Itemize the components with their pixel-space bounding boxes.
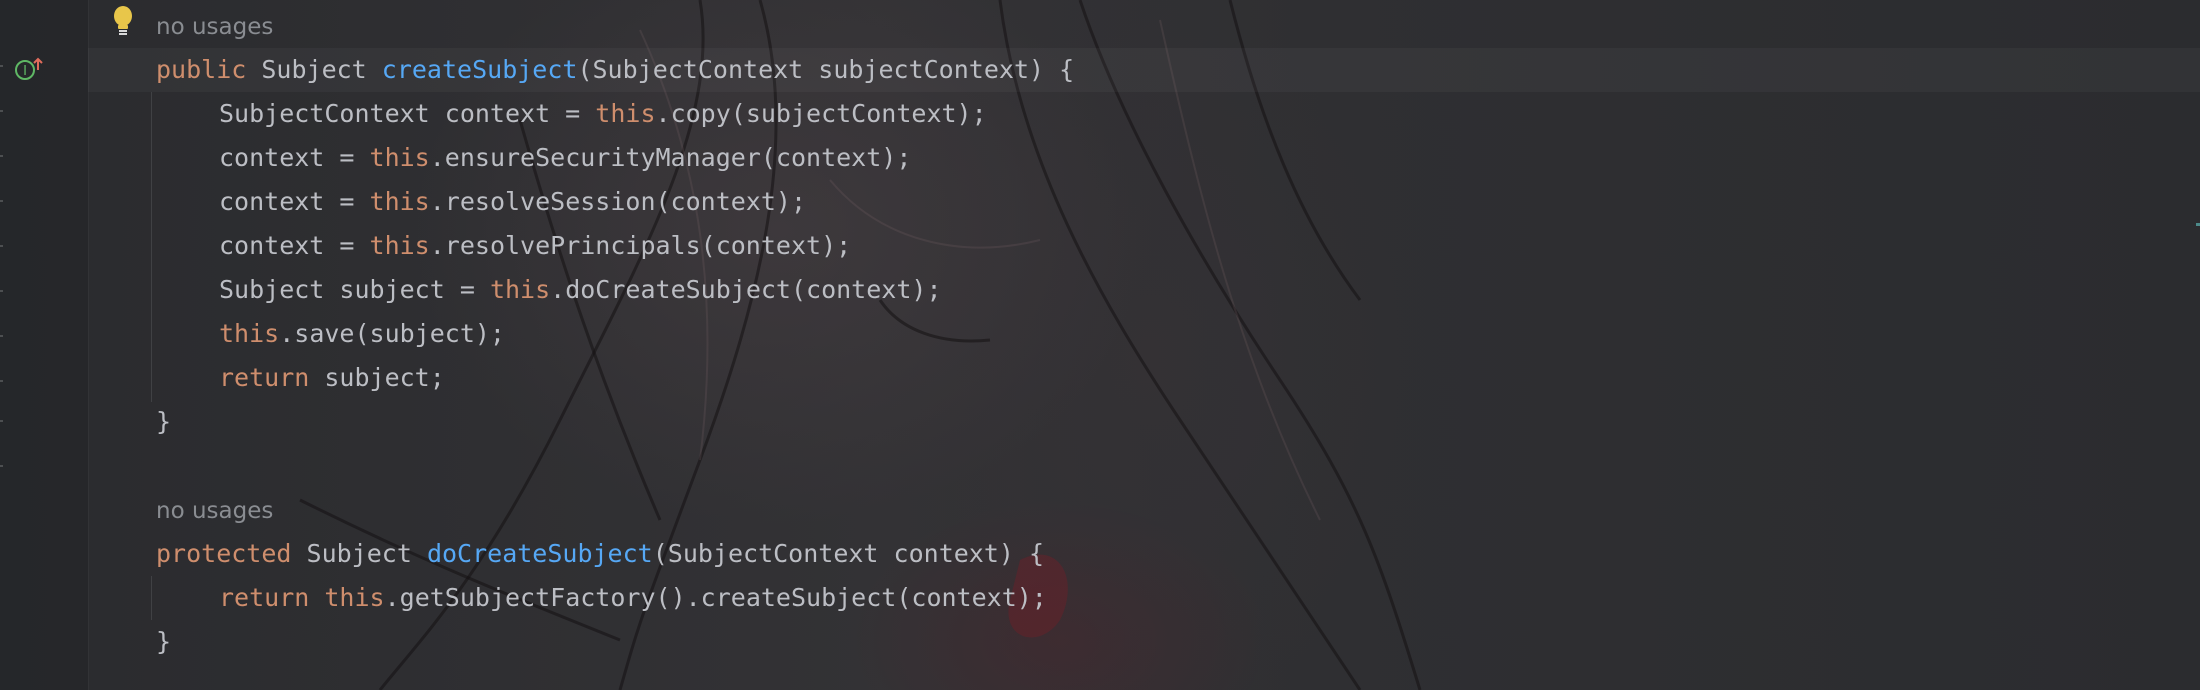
line-number-marker: [0, 465, 3, 467]
code-line: return this.getSubjectFactory().createSu…: [219, 576, 1047, 620]
code-line: public Subject createSubject(SubjectCont…: [156, 48, 1074, 92]
code-text: (SubjectContext context) {: [652, 539, 1045, 568]
code-text: subject;: [309, 363, 445, 392]
method-name[interactable]: doCreateSubject: [427, 539, 653, 568]
code-text: .getSubjectFactory().createSubject(conte…: [384, 583, 1047, 612]
keyword: return: [219, 583, 310, 612]
line-number-marker: [0, 65, 3, 67]
code-text: context =: [219, 187, 370, 216]
keyword: this: [369, 231, 430, 260]
code-text: SubjectContext context =: [219, 99, 596, 128]
code-text: .resolveSession(context);: [429, 187, 807, 216]
line-number-marker: [0, 200, 3, 202]
usages-inlay-hint[interactable]: no usages: [156, 491, 273, 531]
method-name[interactable]: createSubject: [382, 55, 578, 84]
code-line: SubjectContext context = this.copy(subje…: [219, 92, 987, 136]
code-line: protected Subject doCreateSubject(Subjec…: [156, 532, 1044, 576]
scrollbar-marker[interactable]: [2196, 223, 2200, 226]
usages-inlay-hint[interactable]: no usages: [156, 7, 273, 47]
line-number-marker: [0, 335, 3, 337]
code-text: Subject subject =: [219, 275, 490, 304]
editor-gutter[interactable]: [0, 0, 89, 690]
code-text: Subject: [246, 55, 382, 84]
code-text: .save(subject);: [279, 319, 505, 348]
code-line: Subject subject = this.doCreateSubject(c…: [219, 268, 942, 312]
line-number-marker: [0, 290, 3, 292]
code-line: context = this.resolveSession(context);: [219, 180, 806, 224]
indent-guide: [151, 92, 152, 402]
line-number-marker: [0, 245, 3, 247]
code-text: .ensureSecurityManager(context);: [429, 143, 912, 172]
keyword: protected: [156, 539, 292, 568]
keyword: this: [219, 319, 280, 348]
keyword: this: [324, 583, 385, 612]
keyword: this: [489, 275, 551, 304]
keyword: this: [369, 187, 430, 216]
closing-brace: }: [156, 407, 172, 436]
code-text: context =: [219, 143, 370, 172]
code-text: .doCreateSubject(context);: [550, 275, 942, 304]
code-line: context = this.ensureSecurityManager(con…: [219, 136, 911, 180]
code-line: this.save(subject);: [219, 312, 505, 356]
implementation-icon[interactable]: I: [14, 56, 44, 82]
closing-brace: }: [156, 627, 172, 656]
svg-text:I: I: [23, 64, 27, 79]
code-text: Subject: [291, 539, 427, 568]
code-text: .resolvePrincipals(context);: [429, 231, 852, 260]
lightbulb-icon[interactable]: [110, 4, 136, 38]
line-number-marker: [0, 380, 3, 382]
code-line: context = this.resolvePrincipals(context…: [219, 224, 851, 268]
code-text: (SubjectContext subjectContext) {: [577, 55, 1075, 84]
code-text: context =: [219, 231, 370, 260]
keyword: public: [156, 55, 247, 84]
line-number-marker: [0, 420, 3, 422]
code-text: .copy(subjectContext);: [655, 99, 987, 128]
code-line: return subject;: [219, 356, 445, 400]
indent-guide: [151, 576, 152, 620]
keyword: this: [369, 143, 430, 172]
line-number-marker: [0, 110, 3, 112]
keyword: return: [219, 363, 310, 392]
line-number-marker: [0, 155, 3, 157]
keyword: this: [595, 99, 656, 128]
